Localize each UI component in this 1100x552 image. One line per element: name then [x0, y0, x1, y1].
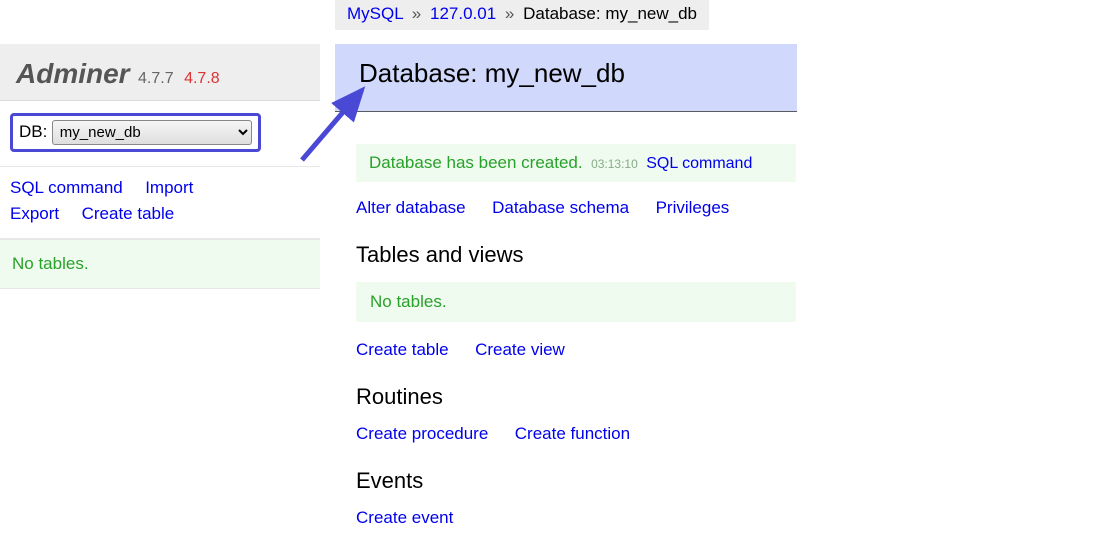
breadcrumb-current: Database: my_new_db	[523, 4, 697, 23]
brand-bar: Adminer 4.7.7 4.7.8	[0, 44, 320, 101]
tables-heading: Tables and views	[356, 242, 796, 268]
main-content: Database has been created. 03:13:10 SQL …	[356, 144, 796, 552]
routine-actions: Create procedure Create function	[356, 424, 796, 444]
breadcrumb-host[interactable]: 127.0.01	[430, 4, 496, 23]
sidebar-import[interactable]: Import	[145, 175, 193, 201]
app-name: Adminer	[16, 58, 130, 89]
db-select[interactable]: my_new_db	[52, 120, 252, 145]
sidebar-notice: No tables.	[0, 239, 320, 289]
create-view[interactable]: Create view	[475, 340, 565, 360]
event-actions: Create event	[356, 508, 796, 528]
routines-heading: Routines	[356, 384, 796, 410]
db-label: DB:	[19, 122, 47, 141]
breadcrumb-sep: »	[501, 4, 518, 23]
app-version-current: 4.7.7	[138, 70, 174, 87]
privileges[interactable]: Privileges	[656, 198, 730, 218]
sidebar-links: SQL command Import Export Create table	[0, 167, 320, 239]
sidebar-export[interactable]: Export	[10, 201, 59, 227]
success-time: 03:13:10	[591, 157, 638, 171]
sidebar: Adminer 4.7.7 4.7.8 DB: my_new_db SQL co…	[0, 44, 320, 289]
breadcrumb-sep: »	[408, 4, 425, 23]
tables-notice: No tables.	[356, 282, 796, 322]
db-selector-row: DB: my_new_db	[0, 101, 320, 167]
events-heading: Events	[356, 468, 796, 494]
create-event[interactable]: Create event	[356, 508, 453, 528]
alter-database[interactable]: Alter database	[356, 198, 466, 218]
table-actions: Create table Create view	[356, 340, 796, 360]
sidebar-create-table[interactable]: Create table	[82, 201, 175, 227]
sidebar-sql-command[interactable]: SQL command	[10, 175, 123, 201]
breadcrumb: MySQL » 127.0.01 » Database: my_new_db	[335, 0, 709, 30]
success-text: Database has been created.	[369, 153, 583, 172]
success-message: Database has been created. 03:13:10 SQL …	[356, 144, 796, 182]
db-selector-highlight: DB: my_new_db	[10, 113, 261, 152]
database-actions: Alter database Database schema Privilege…	[356, 198, 796, 218]
create-procedure[interactable]: Create procedure	[356, 424, 488, 444]
create-table[interactable]: Create table	[356, 340, 449, 360]
page-title: Database: my_new_db	[335, 44, 797, 112]
breadcrumb-server-type[interactable]: MySQL	[347, 4, 403, 23]
success-sql-command[interactable]: SQL command	[646, 155, 752, 172]
app-version-latest[interactable]: 4.7.8	[184, 70, 220, 87]
database-schema[interactable]: Database schema	[492, 198, 629, 218]
create-function[interactable]: Create function	[515, 424, 630, 444]
